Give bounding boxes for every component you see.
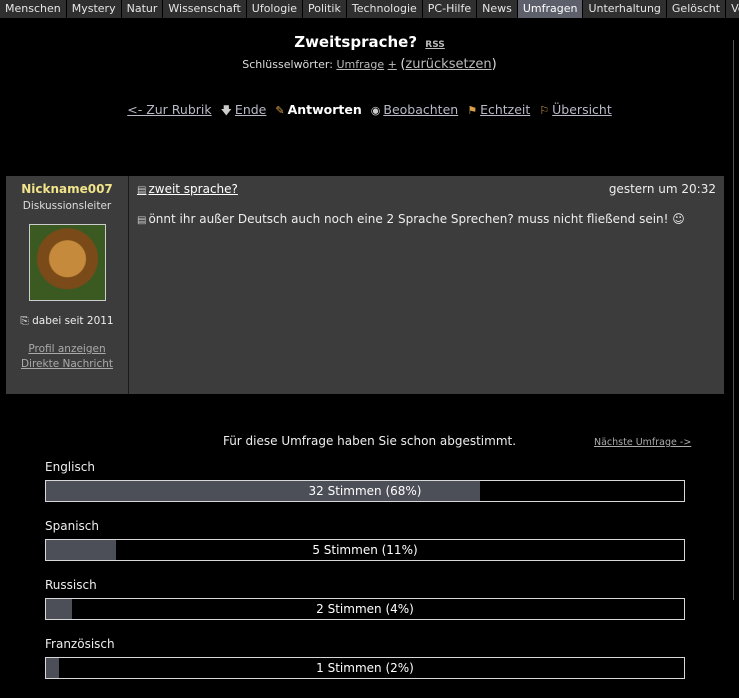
answers-label: Antworten [287, 102, 362, 117]
down-arrow-icon: 🡇 [220, 104, 232, 117]
tab-ufologie[interactable]: Ufologie [246, 0, 304, 18]
tab-umfragen[interactable]: Umfragen [517, 0, 584, 18]
tab-wissenschaft[interactable]: Wissenschaft [163, 0, 247, 18]
category-tabs: Menschen Mystery Natur Wissenschaft Ufologie… [0, 0, 739, 18]
back-to-category-link[interactable]: <- Zur Rubrik [127, 102, 211, 117]
post-title-link[interactable]: zweit sprache? [148, 182, 237, 196]
member-since: ⎘ dabei seit 2011 [6, 315, 128, 328]
tab-pc-hilfe[interactable]: PC-Hilfe [422, 0, 478, 18]
watch-icon: ◉ [370, 104, 381, 117]
tab-mystery[interactable]: Mystery [66, 0, 122, 18]
direct-message-link[interactable]: Direkte Nachricht [6, 358, 128, 370]
member-since-text: dabei seit 2011 [32, 315, 114, 327]
poll-result-text: 1 Stimmen (2%) [316, 661, 414, 675]
post-date: gestern um 20:32 [608, 182, 716, 196]
tab-unterhaltung[interactable]: Unterhaltung [583, 0, 667, 18]
rss-link[interactable]: RSS [425, 40, 445, 50]
next-poll-link[interactable]: Nächste Umfrage -> [594, 437, 691, 448]
add-keyword-link[interactable]: + [388, 58, 397, 71]
username[interactable]: Nickname007 [6, 182, 128, 196]
tab-technologie[interactable]: Technologie [346, 0, 423, 18]
realtime-link[interactable]: Echtzeit [480, 102, 530, 117]
poll-option: Spanisch 5 Stimmen (11%) [45, 519, 685, 561]
user-role: Diskussionsleiter [22, 200, 112, 212]
poll-option: Französisch 1 Stimmen (2%) [45, 637, 685, 679]
overview-icon: ⚐ [539, 104, 550, 117]
answers-link[interactable]: Antworten [288, 102, 362, 117]
document-icon: ▤ [137, 215, 147, 226]
poll-option: Russisch 2 Stimmen (4%) [45, 578, 685, 620]
reset-keywords-link[interactable]: zurücksetzen [405, 57, 491, 72]
tab-menschen[interactable]: Menschen [0, 0, 67, 18]
poll-result-bar: 32 Stimmen (68%) [45, 480, 685, 502]
poll-result-bar: 1 Stimmen (2%) [45, 657, 685, 679]
thread-nav: <- Zur Rubrik 🡇 Ende ✎ Antworten ◉ Beobacht… [0, 102, 739, 121]
realtime-icon: ⚑ [467, 104, 478, 117]
reset-close-paren: ) [491, 57, 497, 72]
keywords-row: Schlüsselwörter: Umfrage + (zurücksetzen… [0, 57, 739, 72]
overview-link[interactable]: Übersicht [552, 102, 612, 117]
poll-option-label: Spanisch [45, 519, 99, 533]
poll-option-label: Russisch [45, 578, 97, 592]
forum-post: Nickname007 Diskussionsleiter ⎘ dabei se… [6, 176, 724, 394]
poll-option-label: Englisch [45, 460, 95, 474]
tab-news[interactable]: News [477, 0, 518, 18]
post-content: ▤ zweit sprache? gestern um 20:32 ▤ önnt i… [133, 176, 724, 394]
post-title-row: ▤ zweit sprache? [137, 182, 238, 196]
poll-result-text: 32 Stimmen (68%) [308, 484, 422, 498]
right-border [733, 40, 739, 600]
poll-result-bar: 5 Stimmen (11%) [45, 539, 685, 561]
avatar[interactable] [28, 224, 106, 301]
poll-option-label: Französisch [45, 637, 115, 651]
post-body: ▤ önnt ihr außer Deutsch auch noch eine 2… [137, 212, 685, 226]
page-title: Zweitsprache? [294, 33, 418, 51]
keyword-link[interactable]: Umfrage [336, 58, 384, 71]
post-body-text: önnt ihr außer Deutsch auch noch eine 2 … [148, 212, 685, 226]
thread-title-row: Zweitsprache? RSS [0, 33, 739, 51]
tab-politik[interactable]: Politik [303, 0, 347, 18]
poll-option: Englisch 32 Stimmen (68%) [45, 460, 685, 502]
profile-link[interactable]: Profil anzeigen [6, 343, 128, 355]
poll-result-text: 2 Stimmen (4%) [316, 602, 414, 616]
document-icon: ▤ [137, 185, 147, 196]
tab-natur[interactable]: Natur [121, 0, 164, 18]
post-author-panel: Nickname007 Diskussionsleiter ⎘ dabei se… [6, 176, 129, 394]
end-link[interactable]: Ende [235, 102, 266, 117]
tab-gelöscht[interactable]: Gelöscht [666, 0, 727, 18]
watch-link[interactable]: Beobachten [383, 102, 458, 117]
keywords-label: Schlüsselwörter: [242, 58, 333, 71]
member-icon: ⎘ [20, 315, 29, 327]
poll-result-bar: 2 Stimmen (4%) [45, 598, 685, 620]
poll-result-text: 5 Stimmen (11%) [312, 543, 418, 557]
reply-icon: ✎ [275, 104, 285, 117]
tab-verbessert[interactable]: Verbessert [726, 0, 739, 18]
